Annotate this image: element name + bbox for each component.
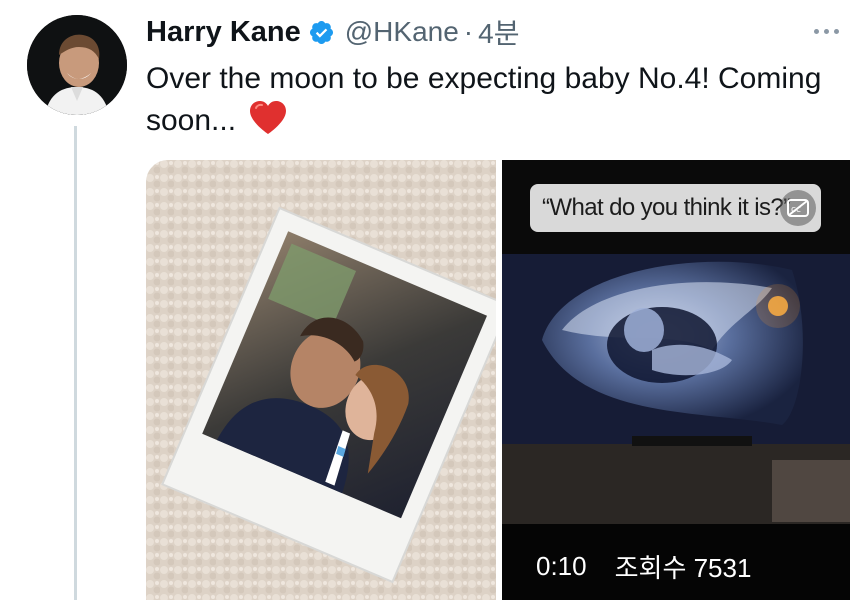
tweet-header: Harry Kane @HKane · 4분 bbox=[146, 12, 519, 52]
avatar-image bbox=[27, 15, 127, 115]
video-duration: 0:10 bbox=[536, 550, 587, 581]
user-handle[interactable]: @HKane bbox=[345, 16, 459, 48]
video-caption: “What do you think it is?” bbox=[530, 184, 821, 232]
verified-badge-icon bbox=[309, 20, 333, 44]
media-grid: “What do you think it is?” cc 0:10 조회수 7… bbox=[146, 160, 850, 600]
avatar[interactable] bbox=[27, 15, 127, 115]
photo-polaroid[interactable] bbox=[146, 160, 511, 600]
tweet-body: Over the moon to be expecting baby No.4!… bbox=[146, 58, 836, 142]
closed-captions-icon[interactable]: cc bbox=[780, 190, 816, 226]
timestamp[interactable]: 4분 bbox=[478, 12, 519, 52]
view-count: 조회수 7531 bbox=[614, 552, 752, 583]
thread-line bbox=[74, 126, 77, 600]
separator-dot: · bbox=[463, 16, 474, 47]
display-name[interactable]: Harry Kane bbox=[146, 16, 301, 49]
more-options-icon[interactable] bbox=[814, 21, 848, 41]
polaroid-photo-image bbox=[146, 160, 511, 600]
video-footer: 0:10 조회수 7531 bbox=[536, 548, 751, 584]
heart-emoji-icon bbox=[250, 101, 287, 134]
